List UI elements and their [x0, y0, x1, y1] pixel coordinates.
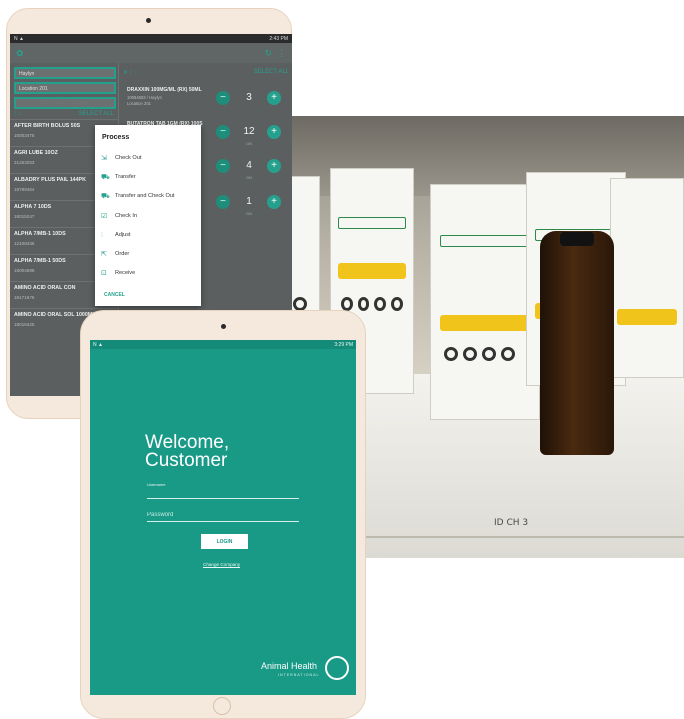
camera-icon: [221, 324, 226, 329]
brand-subtitle: INTERNATIONAL: [278, 673, 320, 677]
status-icons: N ▲: [93, 341, 103, 348]
quantity-value: 12: [243, 126, 255, 137]
home-button[interactable]: [213, 697, 231, 715]
option-transfer[interactable]: ⛟ Transfer: [101, 170, 136, 184]
sliders-icon: ⫶: [101, 230, 103, 239]
truck-out-icon: ⛟: [101, 191, 110, 200]
dialog-title: Process: [102, 134, 130, 141]
squirrel-logo-icon: [325, 656, 349, 680]
user-filter[interactable]: Haylyn: [14, 67, 116, 79]
app-logo-icon[interactable]: ✿: [16, 48, 24, 59]
option-receive[interactable]: ⊡ Receive: [101, 266, 135, 280]
status-time: 2:43 PM: [269, 35, 288, 42]
username-field[interactable]: [147, 485, 299, 499]
bottle-cap: [560, 232, 594, 246]
app-bar: ✿ ↻ ⋮: [10, 43, 292, 63]
location-filter[interactable]: Location 201: [14, 82, 116, 94]
select-all-button[interactable]: SELECT ALL: [79, 111, 114, 117]
quantity-value: 1: [246, 196, 252, 207]
cart-out-icon: ⇲: [101, 154, 107, 162]
increment-button[interactable]: +: [267, 91, 281, 105]
increment-button[interactable]: +: [267, 195, 281, 209]
shelf-tag: ID CH 3: [494, 518, 529, 528]
search-input[interactable]: [14, 97, 116, 109]
medicine-box: [610, 178, 684, 378]
increment-button[interactable]: +: [267, 125, 281, 139]
status-time: 3:29 PM: [334, 341, 353, 348]
option-transfer-check-out[interactable]: ⛟ Transfer and Check Out: [101, 189, 175, 203]
refresh-icon[interactable]: ↻: [264, 48, 272, 58]
status-bar: N ▲ 3:29 PM: [90, 340, 356, 349]
quantity-value: 3: [246, 92, 252, 103]
clear-sort-icons[interactable]: ✕ ↑ ↓: [123, 69, 137, 76]
select-all-button[interactable]: SELECT ALL: [254, 69, 289, 75]
decrement-button[interactable]: −: [216, 125, 230, 139]
status-icons: N ▲: [14, 35, 24, 42]
status-bar: N ▲ 2:43 PM: [10, 34, 292, 43]
brand-name: Animal Health: [261, 661, 318, 671]
more-menu-icon[interactable]: ⋮: [277, 48, 286, 58]
sort-icons[interactable]: ↑ ↓: [14, 111, 22, 117]
list-toolbar: ↑ ↓ SELECT ALL: [10, 109, 118, 119]
medicine-box: [430, 184, 540, 420]
truck-icon: ⛟: [101, 172, 110, 181]
cart-icon: ⇱: [101, 250, 107, 258]
increment-button[interactable]: +: [267, 159, 281, 173]
process-dialog: Process ⇲ Check Out ⛟ Transfer ⛟ Transfer a…: [95, 125, 201, 306]
password-field[interactable]: [147, 508, 299, 522]
option-order[interactable]: ⇱ Order: [101, 247, 129, 261]
decrement-button[interactable]: −: [216, 195, 230, 209]
receive-icon: ⊡: [101, 269, 107, 277]
selected-toolbar: ✕ ↑ ↓ SELECT ALL: [119, 67, 292, 77]
option-check-in[interactable]: ☑ Check In: [101, 209, 137, 223]
quantity-value: 4: [246, 160, 252, 171]
brown-bottle: [540, 231, 614, 455]
login-button[interactable]: LOGIN: [201, 534, 248, 549]
cancel-button[interactable]: CANCEL: [104, 292, 125, 298]
option-adjust[interactable]: ⫶ Adjust: [101, 228, 131, 242]
login-screen: N ▲ 3:29 PM Welcome, Customer Username L…: [90, 340, 356, 695]
camera-icon: [146, 18, 151, 23]
decrement-button[interactable]: −: [216, 91, 230, 105]
option-check-out[interactable]: ⇲ Check Out: [101, 151, 141, 165]
change-company-link[interactable]: Change Company: [203, 562, 240, 567]
check-in-icon: ☑: [101, 212, 108, 220]
welcome-heading: Welcome, Customer: [145, 432, 230, 471]
decrement-button[interactable]: −: [216, 159, 230, 173]
selected-row[interactable]: DRAXXIN 100MG/ML (RX) 50ML 10084683 / Ha…: [119, 83, 292, 117]
